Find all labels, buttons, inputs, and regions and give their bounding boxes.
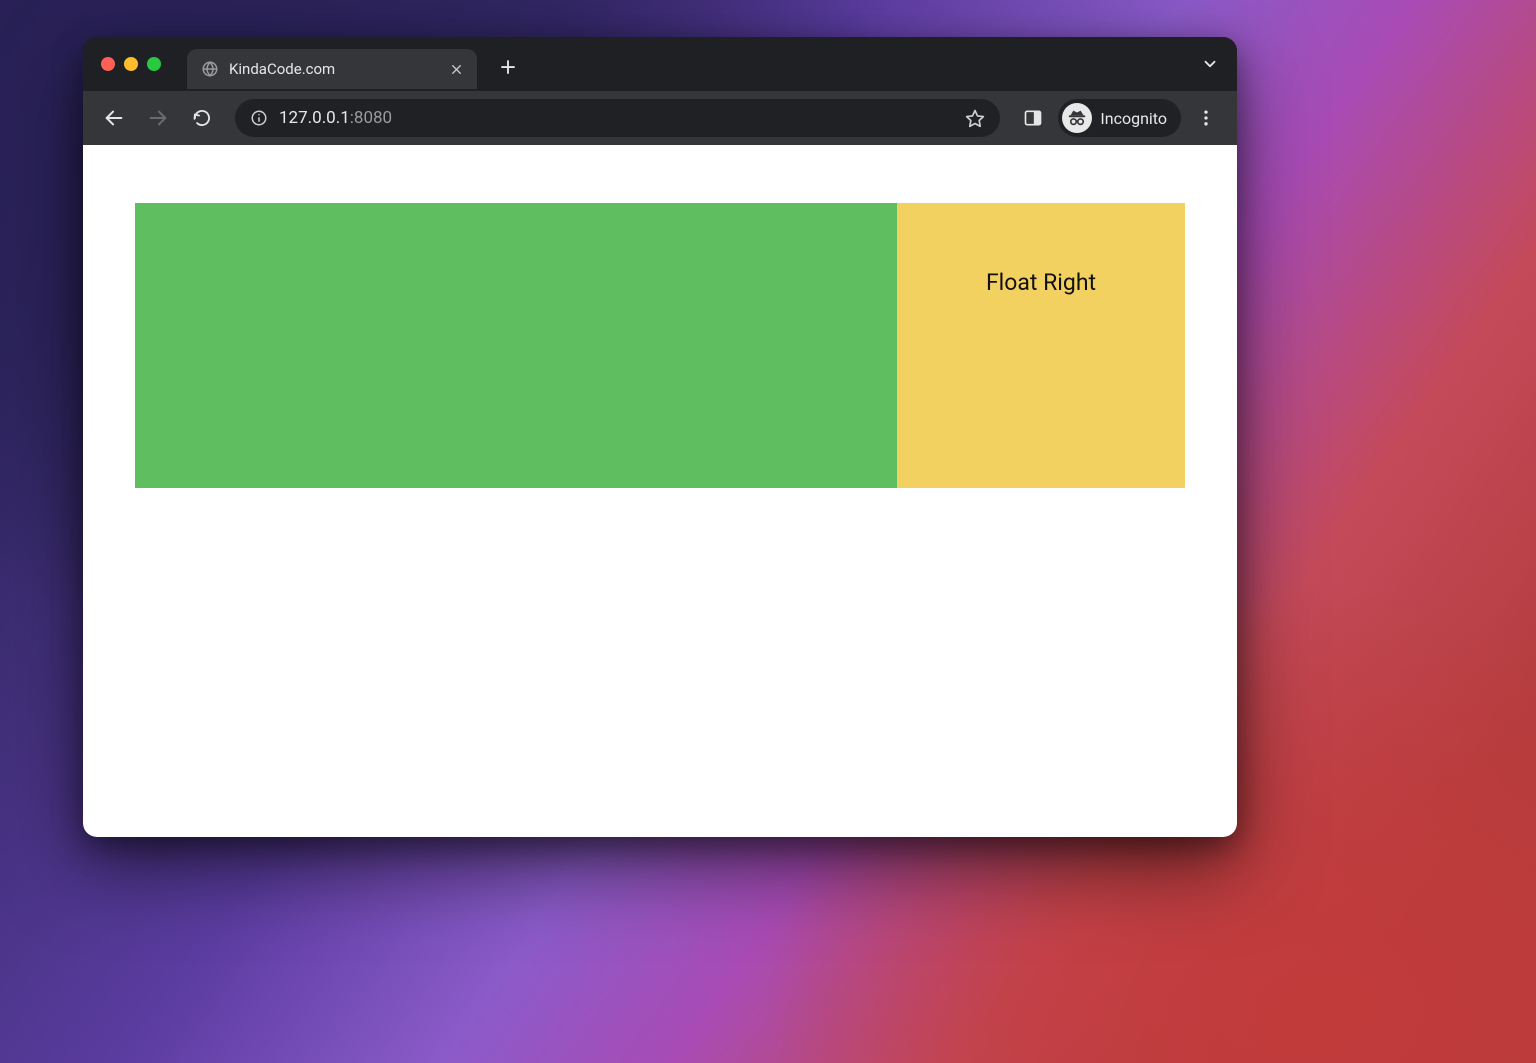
incognito-label: Incognito: [1100, 109, 1167, 128]
float-right-box: Float Right: [897, 203, 1185, 488]
demo-green-container: Float Right: [135, 203, 1185, 488]
browser-window: KindaCode.com: [83, 37, 1237, 837]
window-minimize-button[interactable]: [124, 57, 138, 71]
site-info-icon[interactable]: [249, 108, 269, 128]
browser-tab[interactable]: KindaCode.com: [187, 49, 477, 89]
page-content: Float Right: [83, 145, 1237, 546]
new-tab-button[interactable]: [491, 50, 525, 84]
forward-button[interactable]: [139, 99, 177, 137]
side-panel-button[interactable]: [1014, 99, 1052, 137]
globe-icon: [201, 60, 219, 78]
close-tab-button[interactable]: [447, 60, 465, 78]
float-right-label: Float Right: [897, 269, 1185, 296]
back-button[interactable]: [95, 99, 133, 137]
address-bar[interactable]: 127.0.0.1:8080: [235, 99, 1000, 137]
bookmark-button[interactable]: [964, 107, 986, 129]
incognito-indicator[interactable]: Incognito: [1058, 99, 1181, 137]
url-text: 127.0.0.1:8080: [279, 108, 392, 128]
traffic-lights: [101, 57, 161, 71]
page-viewport: Float Right: [83, 145, 1237, 837]
url-host: 127.0.0.1: [279, 108, 350, 128]
incognito-icon: [1062, 103, 1092, 133]
window-close-button[interactable]: [101, 57, 115, 71]
reload-button[interactable]: [183, 99, 221, 137]
menu-button[interactable]: [1187, 99, 1225, 137]
tab-title: KindaCode.com: [229, 60, 437, 78]
window-maximize-button[interactable]: [147, 57, 161, 71]
url-port: :8080: [350, 108, 392, 128]
title-bar: KindaCode.com: [83, 37, 1237, 91]
tab-search-button[interactable]: [1195, 49, 1225, 79]
browser-toolbar: 127.0.0.1:8080: [83, 91, 1237, 145]
